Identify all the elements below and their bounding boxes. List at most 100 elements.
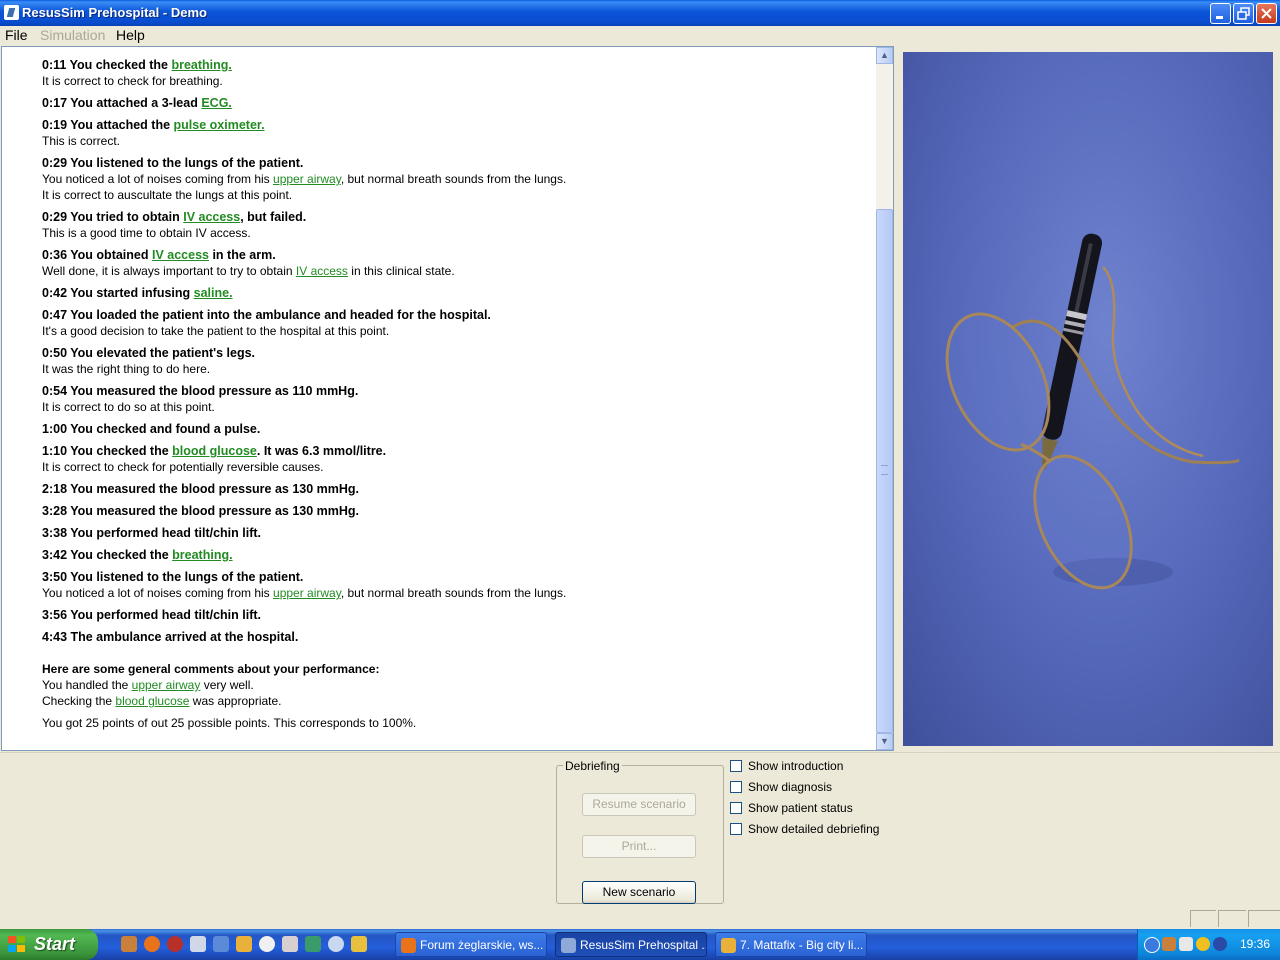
log-entry: 0:36 You obtained IV access in the arm. W… xyxy=(42,247,872,279)
topic-link[interactable]: blood glucose xyxy=(172,444,257,458)
log-text: in this clinical state. xyxy=(347,264,455,278)
show-hidden-icons-icon[interactable] xyxy=(1144,937,1160,953)
minimize-button[interactable] xyxy=(1210,3,1231,24)
log-entry: 3:38 You performed head tilt/chin lift. xyxy=(42,525,872,541)
title-bar[interactable]: ResusSim Prehospital - Demo xyxy=(0,0,1280,26)
log-text: 0:47 You loaded the patient into the amb… xyxy=(42,308,491,322)
tray-app-icon[interactable] xyxy=(1213,937,1227,951)
log-entry-feedback: It is correct to check for breathing. xyxy=(42,74,223,88)
start-label: Start xyxy=(34,934,76,954)
quicklaunch-app-icon[interactable] xyxy=(305,936,321,952)
log-entry: 2:18 You measured the blood pressure as … xyxy=(42,481,872,497)
restore-button[interactable] xyxy=(1233,3,1254,24)
winamp-icon xyxy=(721,938,736,953)
topic-link[interactable]: blood glucose xyxy=(115,694,189,708)
task-label: 7. Mattafix - Big city li... xyxy=(740,938,864,952)
topic-link[interactable]: IV access xyxy=(152,248,209,262)
log-entry-feedback: It is correct to check for potentially r… xyxy=(42,460,324,474)
messenger-icon[interactable] xyxy=(1196,937,1210,951)
taskbar-button-forum[interactable]: Forum żeglarskie, ws... xyxy=(395,932,547,957)
menu-simulation[interactable]: Simulation xyxy=(40,27,105,43)
log-text: 1:10 You checked the xyxy=(42,444,173,458)
quicklaunch-app-icon[interactable] xyxy=(351,936,367,952)
scroll-up-button[interactable]: ▲ xyxy=(876,47,893,64)
topic-link[interactable]: saline. xyxy=(194,286,233,300)
quicklaunch-app-icon[interactable] xyxy=(213,936,229,952)
scroll-down-button[interactable]: ▼ xyxy=(876,733,893,750)
topic-link[interactable]: upper airway xyxy=(273,172,341,186)
log-text: 1:00 You checked and found a pulse. xyxy=(42,422,261,436)
quicklaunch-app-icon[interactable] xyxy=(282,936,298,952)
quicklaunch-app-icon[interactable] xyxy=(190,936,206,952)
comment-line: You handled the upper airway very well. xyxy=(42,677,872,693)
resume-scenario-button[interactable]: Resume scenario xyxy=(582,793,696,816)
topic-link[interactable]: breathing. xyxy=(172,548,232,562)
log-entry-feedback: It is correct to do so at this point. xyxy=(42,400,215,414)
log-entry-action: 3:28 You measured the blood pressure as … xyxy=(42,503,872,519)
log-text: 3:42 You checked the xyxy=(42,548,173,562)
log-entry-action: 3:42 You checked the breathing. xyxy=(42,547,872,563)
log-entry-feedback: This is a good time to obtain IV access. xyxy=(42,226,251,240)
taskbar-button-resussim[interactable]: ResusSim Prehospital ... xyxy=(555,932,707,957)
winamp-icon[interactable] xyxy=(236,936,252,952)
topic-link[interactable]: IV access xyxy=(183,210,240,224)
taskbar-button-winamp[interactable]: 7. Mattafix - Big city li... xyxy=(715,932,867,957)
scroll-thumb[interactable] xyxy=(876,209,893,733)
log-text: in the arm. xyxy=(208,248,276,262)
tray-app-icon[interactable] xyxy=(1162,937,1176,951)
topic-link[interactable]: pulse oximeter. xyxy=(174,118,265,132)
quicklaunch-app-icon[interactable] xyxy=(328,936,344,952)
status-panel xyxy=(1190,910,1216,927)
print-button[interactable]: Print... xyxy=(582,835,696,858)
log-entry-action: 0:17 You attached a 3-lead ECG. xyxy=(42,95,872,111)
log-entry-action: 3:38 You performed head tilt/chin lift. xyxy=(42,525,872,541)
topic-link[interactable]: upper airway xyxy=(273,586,341,600)
windows-logo-icon xyxy=(8,936,26,953)
log-entry: 1:00 You checked and found a pulse. xyxy=(42,421,872,437)
topic-link[interactable]: ECG. xyxy=(201,96,232,110)
log-text: 0:17 You attached a 3-lead xyxy=(42,96,202,110)
task-label: ResusSim Prehospital ... xyxy=(580,938,707,952)
firefox-icon[interactable] xyxy=(144,936,160,952)
menu-help[interactable]: Help xyxy=(116,27,145,43)
topic-link[interactable]: breathing. xyxy=(171,58,231,72)
log-entry-feedback: You noticed a lot of noises coming from … xyxy=(42,585,872,601)
log-entry-action: 3:56 You performed head tilt/chin lift. xyxy=(42,607,872,623)
close-button[interactable] xyxy=(1256,3,1277,24)
log-text: 0:54 You measured the blood pressure as … xyxy=(42,384,359,398)
log-text: 2:18 You measured the blood pressure as … xyxy=(42,482,360,496)
tray-app-icon[interactable] xyxy=(1179,937,1193,951)
checkbox-label: Show diagnosis xyxy=(748,780,833,794)
topic-link[interactable]: IV access xyxy=(296,264,348,278)
log-text: very well. xyxy=(200,678,254,692)
scroll-grip-icon xyxy=(881,465,888,475)
log-text: 0:50 You elevated the patient's legs. xyxy=(42,346,256,360)
topic-link[interactable]: upper airway xyxy=(132,678,201,692)
quicklaunch-app-icon[interactable] xyxy=(121,936,137,952)
checkbox-box[interactable] xyxy=(730,760,742,772)
log-entry: 0:17 You attached a 3-lead ECG. xyxy=(42,95,872,111)
log-entry-feedback: It was the right thing to do here. xyxy=(42,362,211,376)
log-entry: 0:47 You loaded the patient into the amb… xyxy=(42,307,872,339)
log-text: 0:36 You obtained xyxy=(42,248,152,262)
vertical-scrollbar[interactable]: ▲ ▼ xyxy=(876,47,893,750)
log-entry: 1:10 You checked the blood glucose. It w… xyxy=(42,443,872,475)
log-entry: 0:42 You started infusing saline. xyxy=(42,285,872,301)
log-text: 0:29 You listened to the lungs of the pa… xyxy=(42,156,304,170)
menu-file[interactable]: File xyxy=(5,27,28,43)
checkbox-box[interactable] xyxy=(730,781,742,793)
checkbox-box[interactable] xyxy=(730,802,742,814)
quicklaunch-app-icon[interactable] xyxy=(167,936,183,952)
new-scenario-button[interactable]: New scenario xyxy=(582,881,696,904)
comment-line: Checking the blood glucose was appropria… xyxy=(42,693,872,709)
image-panel xyxy=(897,46,1280,751)
window-title: ResusSim Prehospital - Demo xyxy=(22,5,207,20)
checkbox-box[interactable] xyxy=(730,823,742,835)
debriefing-log-panel[interactable]: 0:11 You checked the breathing. It is cor… xyxy=(1,46,894,751)
debriefing-legend: Debriefing xyxy=(563,759,622,773)
log-entry: 3:28 You measured the blood pressure as … xyxy=(42,503,872,519)
log-entry-action: 0:11 You checked the breathing. xyxy=(42,57,872,73)
log-entry-action: 2:18 You measured the blood pressure as … xyxy=(42,481,872,497)
media-player-icon[interactable] xyxy=(259,936,275,952)
start-button[interactable]: Start xyxy=(0,929,98,960)
